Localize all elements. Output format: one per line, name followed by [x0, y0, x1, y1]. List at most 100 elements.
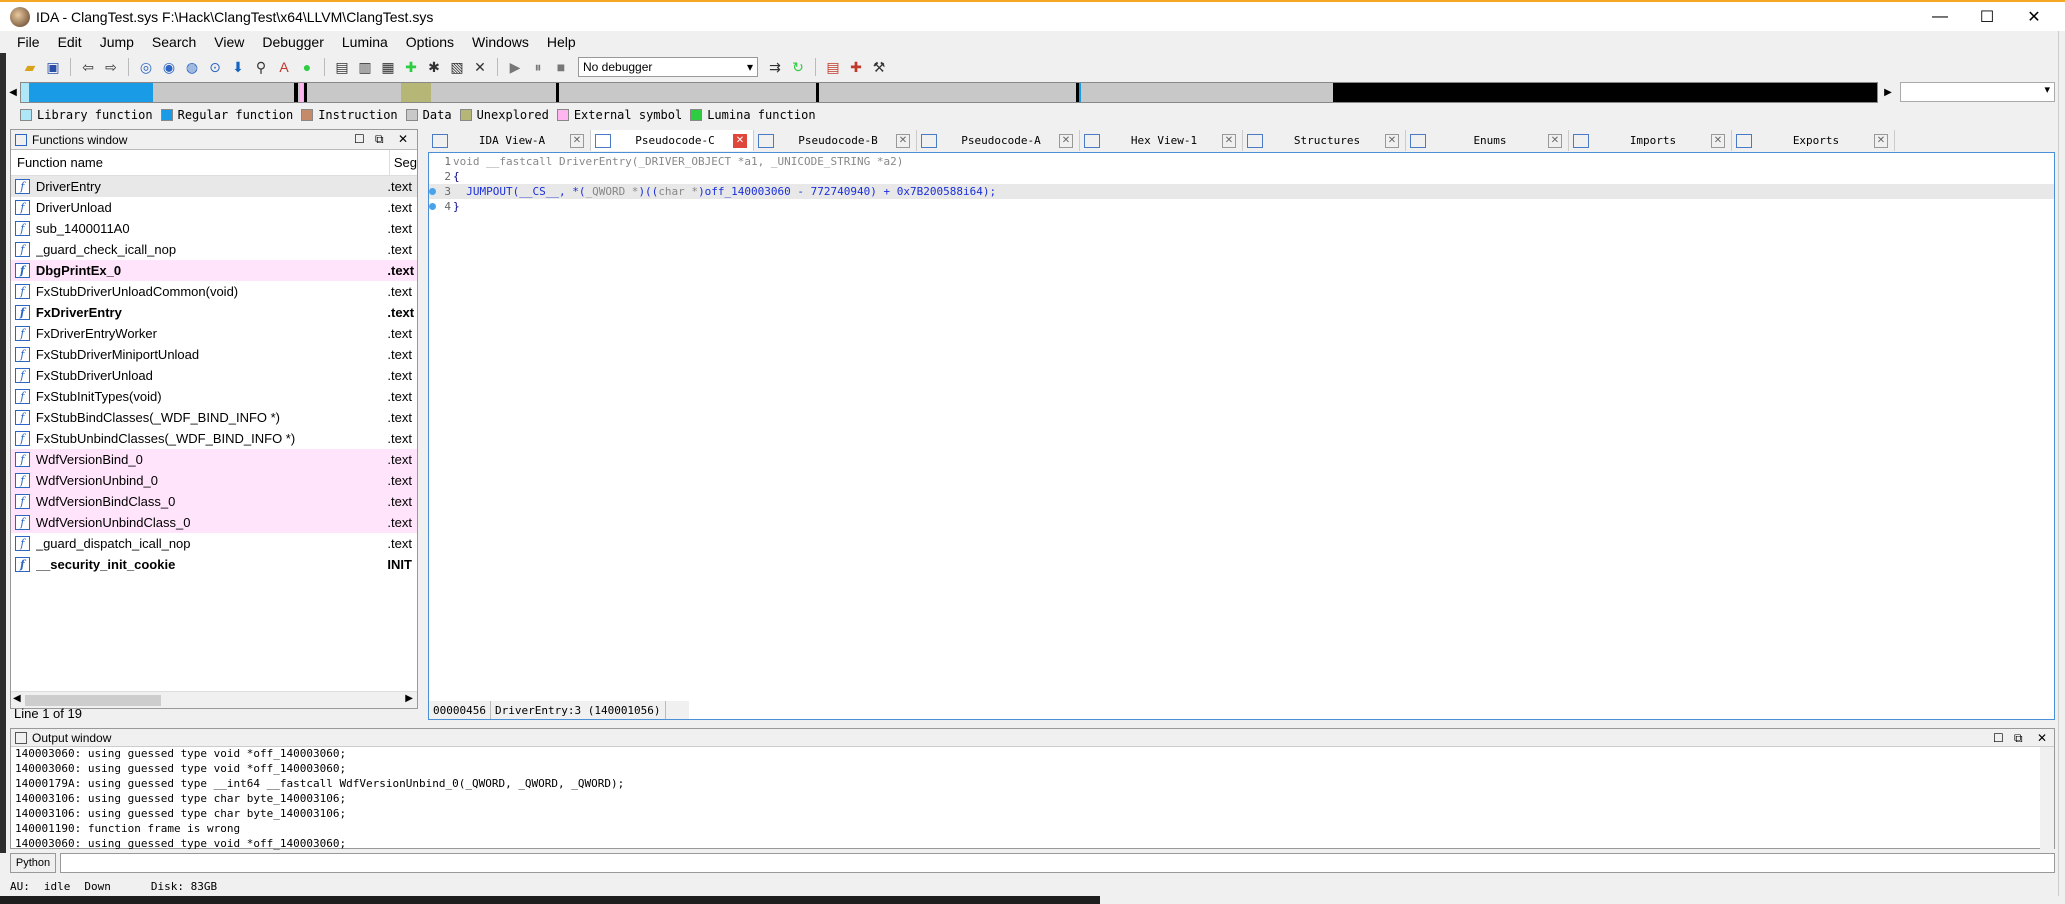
breakpoint-list-icon[interactable]: ▤	[823, 57, 843, 77]
image-icon[interactable]: ▧	[447, 57, 467, 77]
make-code-icon[interactable]: ▤	[332, 57, 352, 77]
run-to-cursor-icon[interactable]: ↻	[788, 57, 808, 77]
tab-exports[interactable]: Exports ✕	[1732, 130, 1895, 151]
scrollbar-thumb[interactable]	[25, 695, 161, 706]
menu-debugger[interactable]: Debugger	[253, 34, 333, 50]
search-next-icon[interactable]: ⊙	[205, 57, 225, 77]
function-row[interactable]: f WdfVersionUnbindClass_0 .text	[11, 512, 417, 533]
command-input[interactable]	[60, 853, 2055, 873]
close-tab-icon[interactable]: ✕	[1874, 133, 1888, 148]
menu-edit[interactable]: Edit	[49, 34, 91, 50]
float-panel-icon[interactable]: ⧉	[2014, 731, 2023, 746]
menu-search[interactable]: Search	[143, 34, 205, 50]
open-icon[interactable]: ▰	[20, 57, 40, 77]
code-line[interactable]: 1 void __fastcall DriverEntry(_DRIVER_OB…	[429, 154, 2054, 169]
tab-pseudocode-a[interactable]: Pseudocode-A ✕	[917, 130, 1080, 151]
tab-imports[interactable]: Imports ✕	[1569, 130, 1732, 151]
search-binary-icon[interactable]: ◍	[182, 57, 202, 77]
close-tab-icon[interactable]: ✕	[1385, 133, 1399, 148]
function-row[interactable]: f FxDriverEntry .text	[11, 302, 417, 323]
function-row[interactable]: f FxStubBindClasses(_WDF_BIND_INFO *) .tex…	[11, 407, 417, 428]
add-icon[interactable]: ✚	[401, 57, 421, 77]
function-row[interactable]: f FxStubDriverMiniportUnload .text	[11, 344, 417, 365]
menu-jump[interactable]: Jump	[91, 34, 143, 50]
function-row[interactable]: f FxDriverEntryWorker .text	[11, 323, 417, 344]
menu-view[interactable]: View	[205, 34, 253, 50]
code-line-current[interactable]: 3 JUMPOUT(__CS__, *(_QWORD *)((char *)of…	[429, 184, 2054, 199]
nav-right-arrow-icon[interactable]: ▶	[1881, 82, 1895, 103]
menu-lumina[interactable]: Lumina	[333, 34, 397, 50]
font-icon[interactable]: A	[274, 57, 294, 77]
close-panel-icon[interactable]: ✕	[398, 132, 408, 146]
python-button[interactable]: Python	[10, 853, 56, 873]
back-icon[interactable]: ⇦	[78, 57, 98, 77]
green-circle-icon[interactable]: ●	[297, 57, 317, 77]
close-tab-icon[interactable]: ✕	[733, 133, 747, 148]
code-line[interactable]: 4 }	[429, 199, 2054, 214]
tab-ida-view-a[interactable]: IDA View-A ✕	[428, 130, 591, 151]
close-button[interactable]: ✕	[2011, 2, 2057, 32]
function-row[interactable]: f WdfVersionUnbind_0 .text	[11, 470, 417, 491]
delete-icon[interactable]: ✕	[470, 57, 490, 77]
patch-icon[interactable]: ✱	[424, 57, 444, 77]
pause-icon[interactable]: ⏸	[528, 57, 548, 77]
function-row[interactable]: f DbgPrintEx_0 .text	[11, 260, 417, 281]
close-tab-icon[interactable]: ✕	[570, 133, 584, 148]
add-breakpoint-icon[interactable]: ✚	[846, 57, 866, 77]
maximize-button[interactable]: ☐	[1964, 2, 2010, 32]
function-row[interactable]: f FxStubDriverUnload .text	[11, 365, 417, 386]
step-icon[interactable]: ⇉	[765, 57, 785, 77]
scroll-left-icon[interactable]: ◀	[13, 693, 21, 704]
function-row[interactable]: f _guard_check_icall_nop .text	[11, 239, 417, 260]
function-row[interactable]: f FxStubUnbindClasses(_WDF_BIND_INFO *) .t…	[11, 428, 417, 449]
tools-icon[interactable]: ⚒	[869, 57, 889, 77]
float-panel-icon[interactable]: ⧉	[375, 132, 384, 147]
minimize-button[interactable]: —	[1917, 2, 1963, 32]
forward-icon[interactable]: ⇨	[101, 57, 121, 77]
function-row[interactable]: f FxStubInitTypes(void) .text	[11, 386, 417, 407]
play-icon[interactable]: ▶	[505, 57, 525, 77]
make-data-icon[interactable]: ▥	[355, 57, 375, 77]
save-icon[interactable]: ▣	[43, 57, 63, 77]
binoculars-icon[interactable]: ◎	[136, 57, 156, 77]
nav-left-arrow-icon[interactable]: ◀	[6, 82, 20, 103]
tab-hex-view-1[interactable]: Hex View-1 ✕	[1080, 130, 1243, 151]
make-array-icon[interactable]: ▦	[378, 57, 398, 77]
tab-enums[interactable]: Enums ✕	[1406, 130, 1569, 151]
vertical-scrollbar[interactable]	[2040, 747, 2054, 849]
code-line[interactable]: 2 {	[429, 169, 2054, 184]
stop-icon[interactable]: ■	[551, 57, 571, 77]
function-row[interactable]: f sub_1400011A0 .text	[11, 218, 417, 239]
nav-combo[interactable]: ▾	[1900, 82, 2055, 102]
function-row[interactable]: f __security_init_cookie INIT	[11, 554, 417, 575]
function-row[interactable]: f WdfVersionBind_0 .text	[11, 449, 417, 470]
restore-panel-icon[interactable]: ☐	[1993, 731, 2004, 745]
pseudocode-view[interactable]: 1 void __fastcall DriverEntry(_DRIVER_OB…	[428, 152, 2055, 720]
close-tab-icon[interactable]: ✕	[1711, 133, 1725, 148]
scroll-right-icon[interactable]: ▶	[405, 693, 413, 704]
tab-pseudocode-c[interactable]: Pseudocode-C ✕	[591, 130, 754, 151]
debugger-select[interactable]: No debugger ▾	[578, 57, 758, 77]
jump-down-icon[interactable]: ⬇	[228, 57, 248, 77]
graph-icon[interactable]: ⚲	[251, 57, 271, 77]
column-segment[interactable]: Seg	[390, 155, 417, 170]
close-tab-icon[interactable]: ✕	[896, 133, 910, 148]
close-tab-icon[interactable]: ✕	[1548, 133, 1562, 148]
tab-structures[interactable]: Structures ✕	[1243, 130, 1406, 151]
close-panel-icon[interactable]: ✕	[2037, 731, 2047, 745]
function-row[interactable]: f DriverEntry .text	[11, 176, 417, 197]
function-row[interactable]: f _guard_dispatch_icall_nop .text	[11, 533, 417, 554]
output-log[interactable]: 140003060: using guessed type void *off_…	[15, 746, 624, 851]
function-row[interactable]: f WdfVersionBindClass_0 .text	[11, 491, 417, 512]
function-row[interactable]: f DriverUnload .text	[11, 197, 417, 218]
menu-help[interactable]: Help	[538, 34, 585, 50]
menu-file[interactable]: File	[8, 34, 49, 50]
menu-windows[interactable]: Windows	[463, 34, 538, 50]
column-function-name[interactable]: Function name	[11, 150, 390, 175]
tab-pseudocode-b[interactable]: Pseudocode-B ✕	[754, 130, 917, 151]
close-tab-icon[interactable]: ✕	[1059, 133, 1073, 148]
restore-panel-icon[interactable]: ☐	[354, 132, 365, 146]
function-row[interactable]: f FxStubDriverUnloadCommon(void) .text	[11, 281, 417, 302]
close-tab-icon[interactable]: ✕	[1222, 133, 1236, 148]
menu-options[interactable]: Options	[397, 34, 463, 50]
